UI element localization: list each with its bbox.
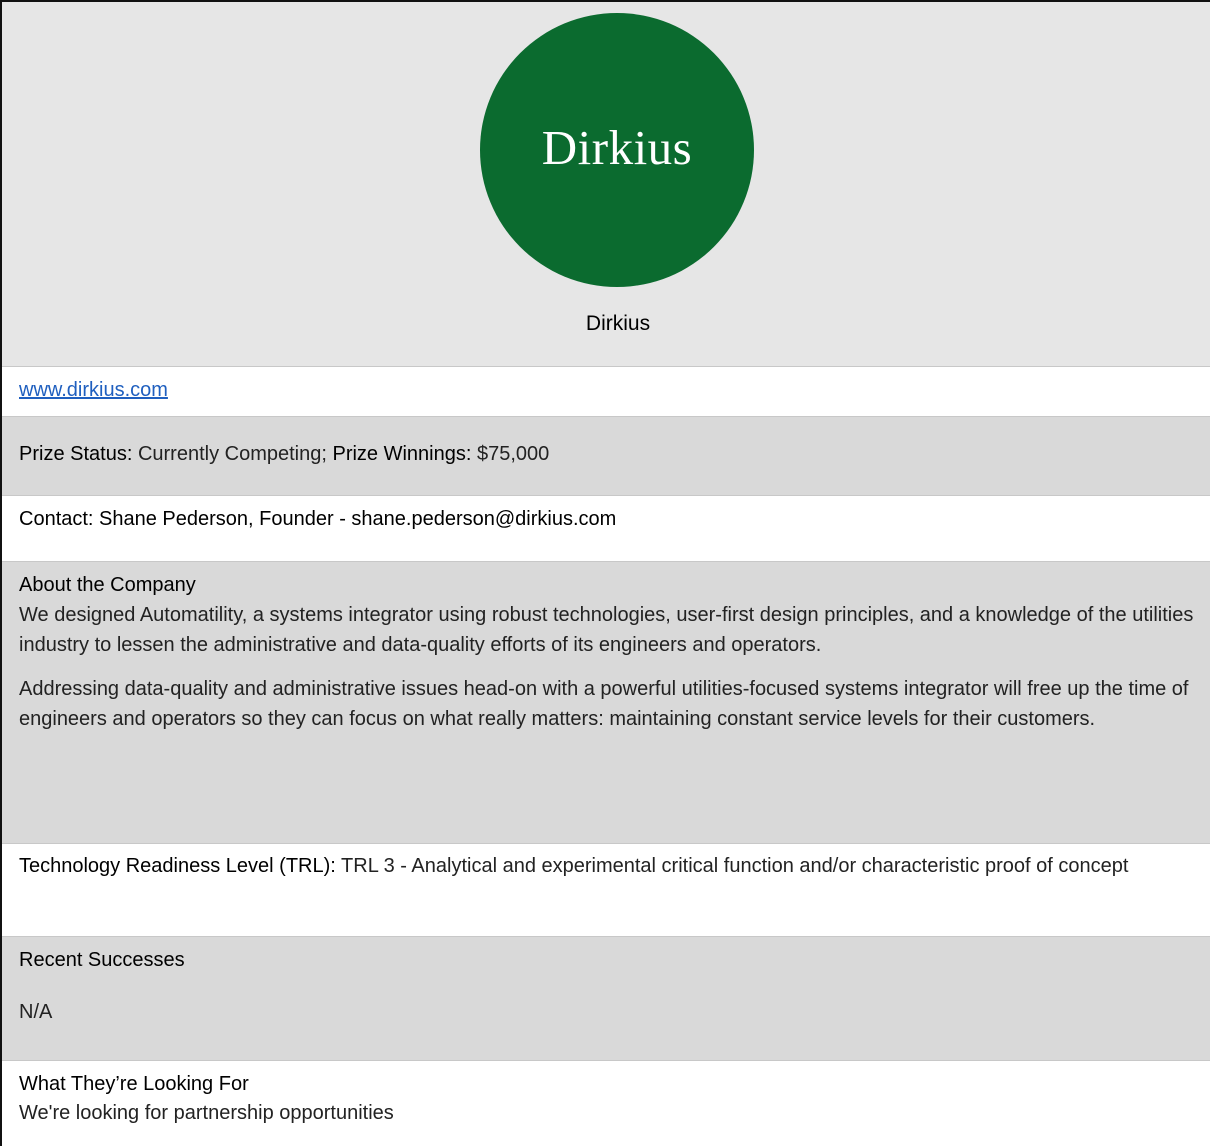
website-row: www.dirkius.com [2, 366, 1210, 416]
website-link[interactable]: www.dirkius.com [19, 379, 168, 401]
prize-winnings-label: Prize Winnings: [332, 443, 472, 465]
company-name: Dirkius [585, 312, 651, 335]
about-heading: About the Company [19, 574, 196, 596]
recent-successes-heading: Recent Successes [19, 949, 185, 971]
company-logo: Dirkius [480, 13, 754, 287]
about-paragraph-2: Addressing data-quality and administrati… [19, 678, 1189, 730]
looking-for-section: What They’re Looking For We're looking f… [2, 1060, 1210, 1148]
contact-text: Contact: Shane Pederson, Founder - shane… [19, 508, 617, 530]
contact-row: Contact: Shane Pederson, Founder - shane… [2, 495, 1210, 561]
prize-winnings-value: $75,000 [476, 443, 550, 465]
looking-for-heading: What They’re Looking For [19, 1073, 249, 1095]
company-profile-page: Dirkius Dirkius www.dirkius.com Prize St… [0, 0, 1210, 1148]
recent-successes-section: Recent Successes N/A [2, 936, 1210, 1060]
prize-status-value: Currently Competing; [137, 443, 327, 465]
prize-row: Prize Status: Currently Competing; Prize… [2, 416, 1210, 495]
trl-label: Technology Readiness Level (TRL): [19, 855, 336, 877]
about-section: About the Company We designed Automatili… [2, 561, 1210, 843]
logo-text: Dirkius [541, 119, 693, 175]
profile-header: Dirkius Dirkius [2, 2, 1210, 366]
looking-for-value: We're looking for partnership opportunit… [19, 1102, 394, 1124]
trl-value: TRL 3 - Analytical and experimental crit… [341, 855, 1129, 877]
trl-row: Technology Readiness Level (TRL): TRL 3 … [2, 843, 1210, 936]
prize-status-label: Prize Status: [19, 443, 133, 465]
about-paragraph-1: We designed Automatility, a systems inte… [19, 604, 1194, 656]
recent-successes-value: N/A [19, 1001, 53, 1023]
